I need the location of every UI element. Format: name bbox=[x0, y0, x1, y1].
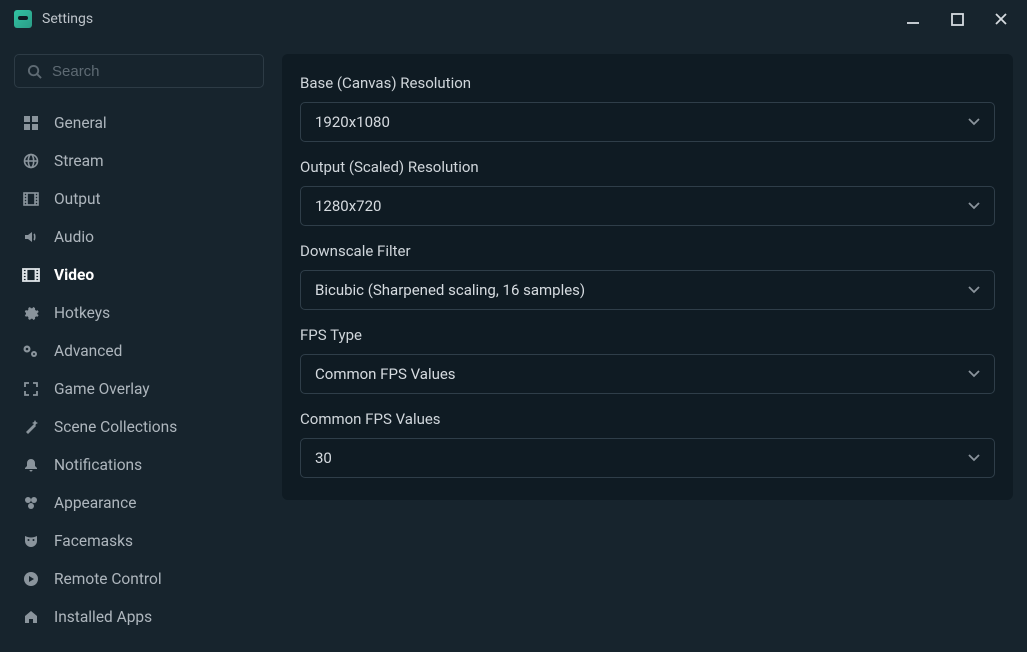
search-box[interactable] bbox=[14, 54, 264, 88]
nav-item-facemasks[interactable]: Facemasks bbox=[14, 522, 264, 560]
fps-type-select[interactable]: Common FPS Values bbox=[300, 354, 995, 394]
chevron-down-icon bbox=[968, 286, 980, 294]
nav-item-appearance[interactable]: Appearance bbox=[14, 484, 264, 522]
window-controls bbox=[905, 11, 1017, 27]
nav-item-advanced[interactable]: Advanced bbox=[14, 332, 264, 370]
magic-icon bbox=[20, 418, 42, 436]
nav-label: Appearance bbox=[54, 494, 136, 512]
gear-icon bbox=[20, 304, 42, 322]
search-icon bbox=[27, 64, 42, 79]
close-button[interactable] bbox=[993, 11, 1009, 27]
video-settings-panel: Base (Canvas) Resolution 1920x1080 Outpu… bbox=[282, 54, 1013, 500]
select-value: 1280x720 bbox=[315, 197, 381, 215]
nav-label: Remote Control bbox=[54, 570, 162, 588]
main: General Stream Output Audio bbox=[0, 38, 1027, 652]
nav-item-hotkeys[interactable]: Hotkeys bbox=[14, 294, 264, 332]
nav-item-notifications[interactable]: Notifications bbox=[14, 446, 264, 484]
gears-icon bbox=[20, 342, 42, 360]
grid-icon bbox=[20, 114, 42, 132]
expand-icon bbox=[20, 380, 42, 398]
base-resolution-label: Base (Canvas) Resolution bbox=[300, 74, 995, 92]
nav-item-stream[interactable]: Stream bbox=[14, 142, 264, 180]
nav-label: Scene Collections bbox=[54, 418, 177, 436]
title-bar: Settings bbox=[0, 0, 1027, 38]
nav-item-remote-control[interactable]: Remote Control bbox=[14, 560, 264, 598]
nav-label: Stream bbox=[54, 152, 104, 170]
nav-label: Hotkeys bbox=[54, 304, 110, 322]
output-resolution-select[interactable]: 1280x720 bbox=[300, 186, 995, 226]
home-icon bbox=[20, 608, 42, 626]
nav-label: Game Overlay bbox=[54, 380, 150, 398]
nav-label: Facemasks bbox=[54, 532, 133, 550]
nav-list: General Stream Output Audio bbox=[14, 104, 264, 636]
fps-type-label: FPS Type bbox=[300, 326, 995, 344]
output-resolution-label: Output (Scaled) Resolution bbox=[300, 158, 995, 176]
chevron-down-icon bbox=[968, 202, 980, 210]
bell-icon bbox=[20, 456, 42, 474]
nav-item-output[interactable]: Output bbox=[14, 180, 264, 218]
nav-label: General bbox=[54, 114, 107, 132]
play-circle-icon bbox=[20, 570, 42, 588]
select-value: Common FPS Values bbox=[315, 365, 456, 383]
select-value: 1920x1080 bbox=[315, 113, 390, 131]
chevron-down-icon bbox=[968, 454, 980, 462]
chevron-down-icon bbox=[968, 118, 980, 126]
nav-item-scene-collections[interactable]: Scene Collections bbox=[14, 408, 264, 446]
minimize-button[interactable] bbox=[905, 11, 921, 27]
video-icon bbox=[20, 266, 42, 284]
volume-icon bbox=[20, 228, 42, 246]
content: Base (Canvas) Resolution 1920x1080 Outpu… bbox=[278, 38, 1027, 652]
base-resolution-select[interactable]: 1920x1080 bbox=[300, 102, 995, 142]
theme-icon bbox=[20, 494, 42, 512]
nav-label: Notifications bbox=[54, 456, 142, 474]
select-value: Bicubic (Sharpened scaling, 16 samples) bbox=[315, 281, 585, 299]
nav-label: Advanced bbox=[54, 342, 122, 360]
globe-icon bbox=[20, 152, 42, 170]
mask-icon bbox=[20, 532, 42, 550]
nav-label: Output bbox=[54, 190, 101, 208]
common-fps-label: Common FPS Values bbox=[300, 410, 995, 428]
nav-item-general[interactable]: General bbox=[14, 104, 264, 142]
nav-item-game-overlay[interactable]: Game Overlay bbox=[14, 370, 264, 408]
downscale-filter-select[interactable]: Bicubic (Sharpened scaling, 16 samples) bbox=[300, 270, 995, 310]
sidebar: General Stream Output Audio bbox=[0, 38, 278, 652]
nav-item-video[interactable]: Video bbox=[14, 256, 264, 294]
nav-item-installed-apps[interactable]: Installed Apps bbox=[14, 598, 264, 636]
select-value: 30 bbox=[315, 449, 332, 467]
window-title: Settings bbox=[42, 11, 905, 27]
chevron-down-icon bbox=[968, 370, 980, 378]
common-fps-select[interactable]: 30 bbox=[300, 438, 995, 478]
downscale-filter-label: Downscale Filter bbox=[300, 242, 995, 260]
film-icon bbox=[20, 190, 42, 208]
app-icon bbox=[14, 10, 32, 28]
nav-label: Video bbox=[54, 266, 94, 284]
maximize-button[interactable] bbox=[949, 11, 965, 27]
nav-item-audio[interactable]: Audio bbox=[14, 218, 264, 256]
nav-label: Installed Apps bbox=[54, 608, 152, 626]
search-input[interactable] bbox=[52, 63, 251, 80]
nav-label: Audio bbox=[54, 228, 94, 246]
